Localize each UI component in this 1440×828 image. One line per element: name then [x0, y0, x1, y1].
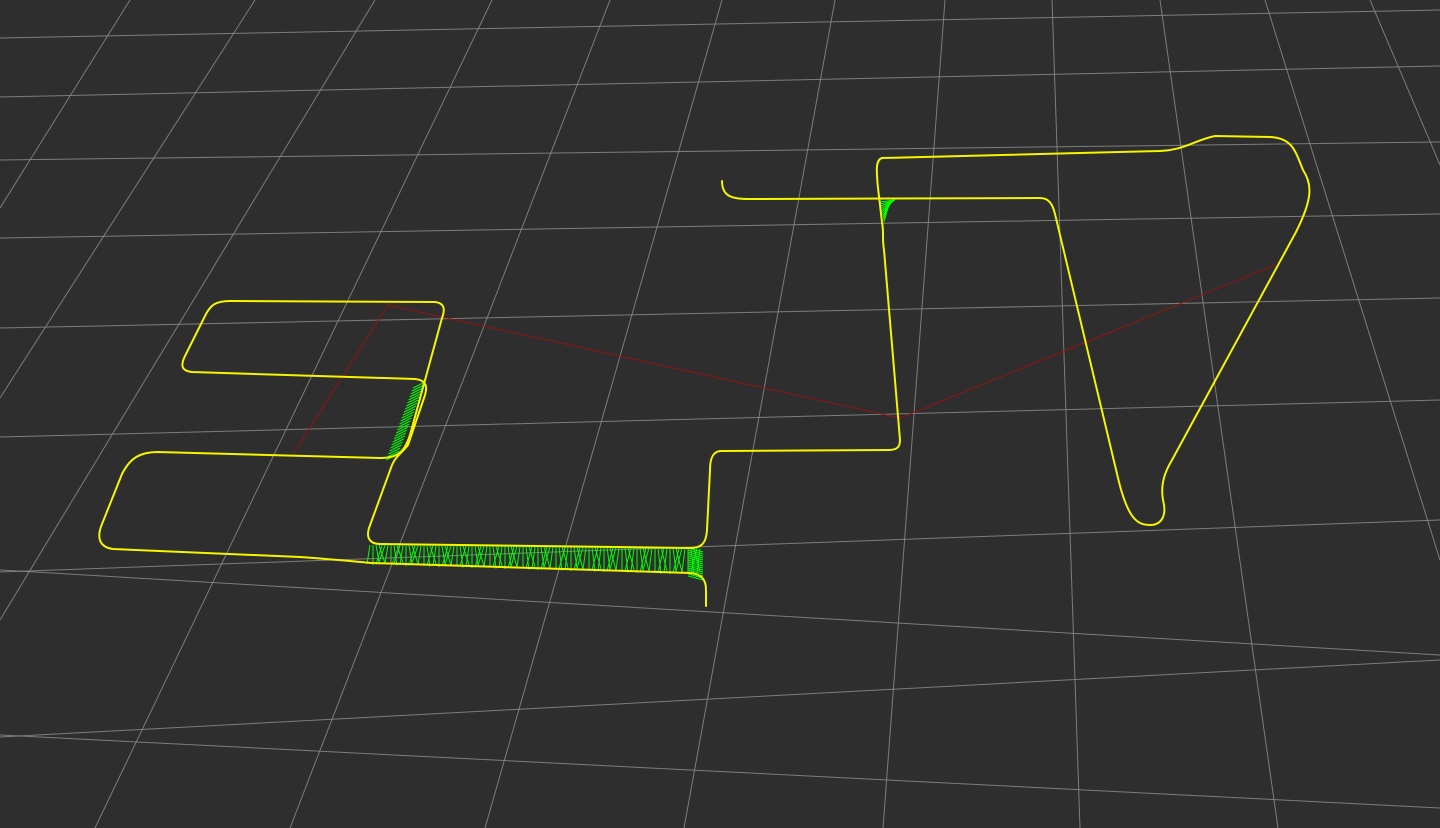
3d-viewport[interactable] [0, 0, 1440, 828]
viewport-background [0, 0, 1440, 828]
